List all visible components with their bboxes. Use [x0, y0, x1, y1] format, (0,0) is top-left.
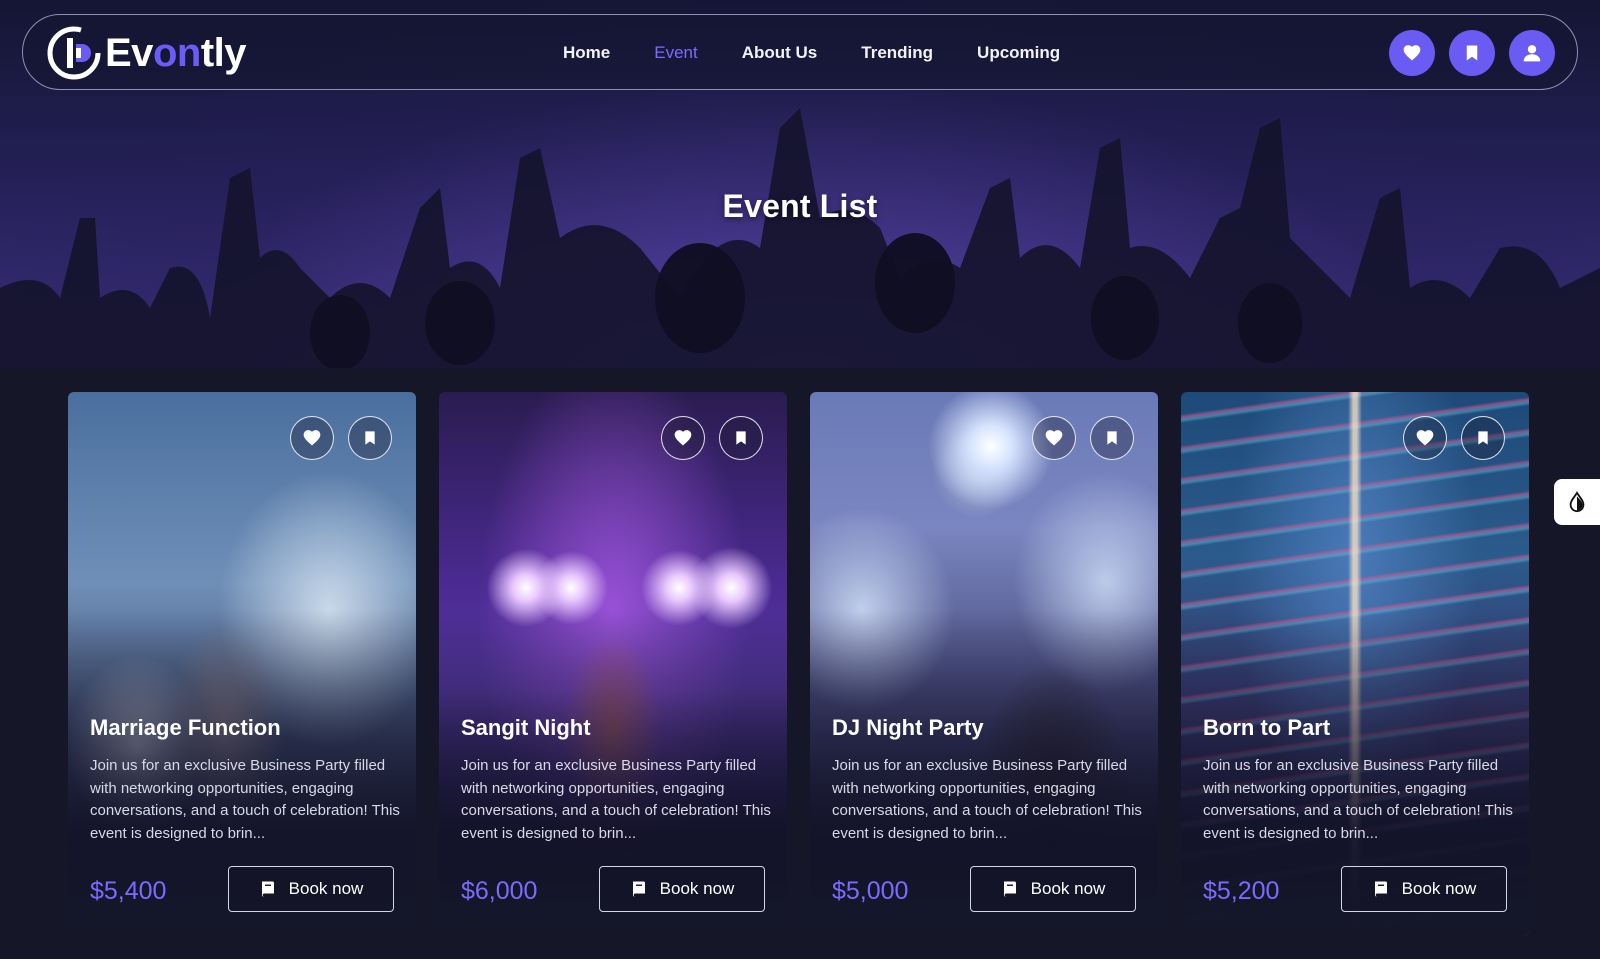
event-card[interactable]: Born to Part Join us for an exclusive Bu…	[1181, 392, 1529, 936]
bookmark-icon	[1478, 431, 1488, 445]
brand-name: Evontly	[105, 30, 247, 75]
logo-icon	[47, 26, 101, 80]
theme-drop-icon	[1569, 491, 1585, 513]
book-now-label: Book now	[1030, 879, 1106, 898]
like-button[interactable]	[1403, 416, 1447, 460]
nav-trending[interactable]: Trending	[861, 43, 933, 63]
bookmark-icon	[1107, 431, 1117, 445]
bookmark-icon	[365, 431, 375, 445]
event-title: DJ Night Party	[832, 715, 984, 740]
event-price: $5,000	[832, 877, 909, 905]
wishlist-button[interactable]	[1389, 30, 1435, 76]
book-now-label: Book now	[288, 879, 364, 898]
nav-links: Home Event About Us Trending Upcoming	[563, 15, 1060, 91]
event-title: Born to Part	[1203, 715, 1331, 740]
event-card[interactable]: Marriage Function Join us for an exclusi…	[68, 392, 416, 936]
event-title: Marriage Function	[90, 715, 281, 740]
card-actions	[290, 416, 392, 460]
card-actions	[1403, 416, 1505, 460]
event-description: Join us for an exclusive Business Party …	[832, 757, 1142, 842]
event-description: Join us for an exclusive Business Party …	[461, 757, 771, 842]
book-icon	[261, 881, 274, 897]
nav-event[interactable]: Event	[654, 43, 697, 63]
heart-icon	[1416, 430, 1434, 446]
nav-actions	[1389, 30, 1555, 76]
profile-button[interactable]	[1509, 30, 1555, 76]
heart-icon	[1403, 45, 1421, 61]
navbar: Evontly Home Event About Us Trending Upc…	[22, 14, 1578, 90]
nav-home[interactable]: Home	[563, 43, 610, 63]
event-description: Join us for an exclusive Business Party …	[90, 757, 400, 842]
bookmark-button[interactable]	[1461, 416, 1505, 460]
bookmark-button[interactable]	[719, 416, 763, 460]
like-button[interactable]	[1032, 416, 1076, 460]
event-price: $5,400	[90, 877, 167, 905]
like-button[interactable]	[661, 416, 705, 460]
book-now-button[interactable]: Book now	[1341, 866, 1507, 912]
book-now-label: Book now	[1401, 879, 1477, 898]
event-price: $5,200	[1203, 877, 1280, 905]
bookmark-icon	[1466, 45, 1478, 61]
event-title: Sangit Night	[461, 715, 591, 740]
card-actions	[661, 416, 763, 460]
saved-button[interactable]	[1449, 30, 1495, 76]
event-card[interactable]: Sangit Night Join us for an exclusive Bu…	[439, 392, 787, 936]
book-icon	[1003, 881, 1016, 897]
book-now-button[interactable]: Book now	[228, 866, 394, 912]
book-now-label: Book now	[659, 879, 735, 898]
card-actions	[1032, 416, 1134, 460]
heart-icon	[674, 430, 692, 446]
heart-icon	[303, 430, 321, 446]
nav-about-us[interactable]: About Us	[742, 43, 818, 63]
user-icon	[1523, 45, 1541, 62]
bookmark-icon	[736, 431, 746, 445]
nav-upcoming[interactable]: Upcoming	[977, 43, 1060, 63]
event-price: $6,000	[461, 877, 538, 905]
book-icon	[1374, 881, 1387, 897]
page-title: Event List	[722, 188, 878, 224]
brand-logo[interactable]: Evontly	[45, 23, 247, 83]
book-icon	[632, 881, 645, 897]
theme-toggle-button[interactable]	[1554, 479, 1600, 525]
heart-icon	[1045, 430, 1063, 446]
bookmark-button[interactable]	[348, 416, 392, 460]
event-list: Marriage Function Join us for an exclusi…	[68, 392, 1529, 936]
book-now-button[interactable]: Book now	[599, 866, 765, 912]
event-card[interactable]: DJ Night Party Join us for an exclusive …	[810, 392, 1158, 936]
book-now-button[interactable]: Book now	[970, 866, 1136, 912]
like-button[interactable]	[290, 416, 334, 460]
event-description: Join us for an exclusive Business Party …	[1203, 757, 1513, 842]
bookmark-button[interactable]	[1090, 416, 1134, 460]
